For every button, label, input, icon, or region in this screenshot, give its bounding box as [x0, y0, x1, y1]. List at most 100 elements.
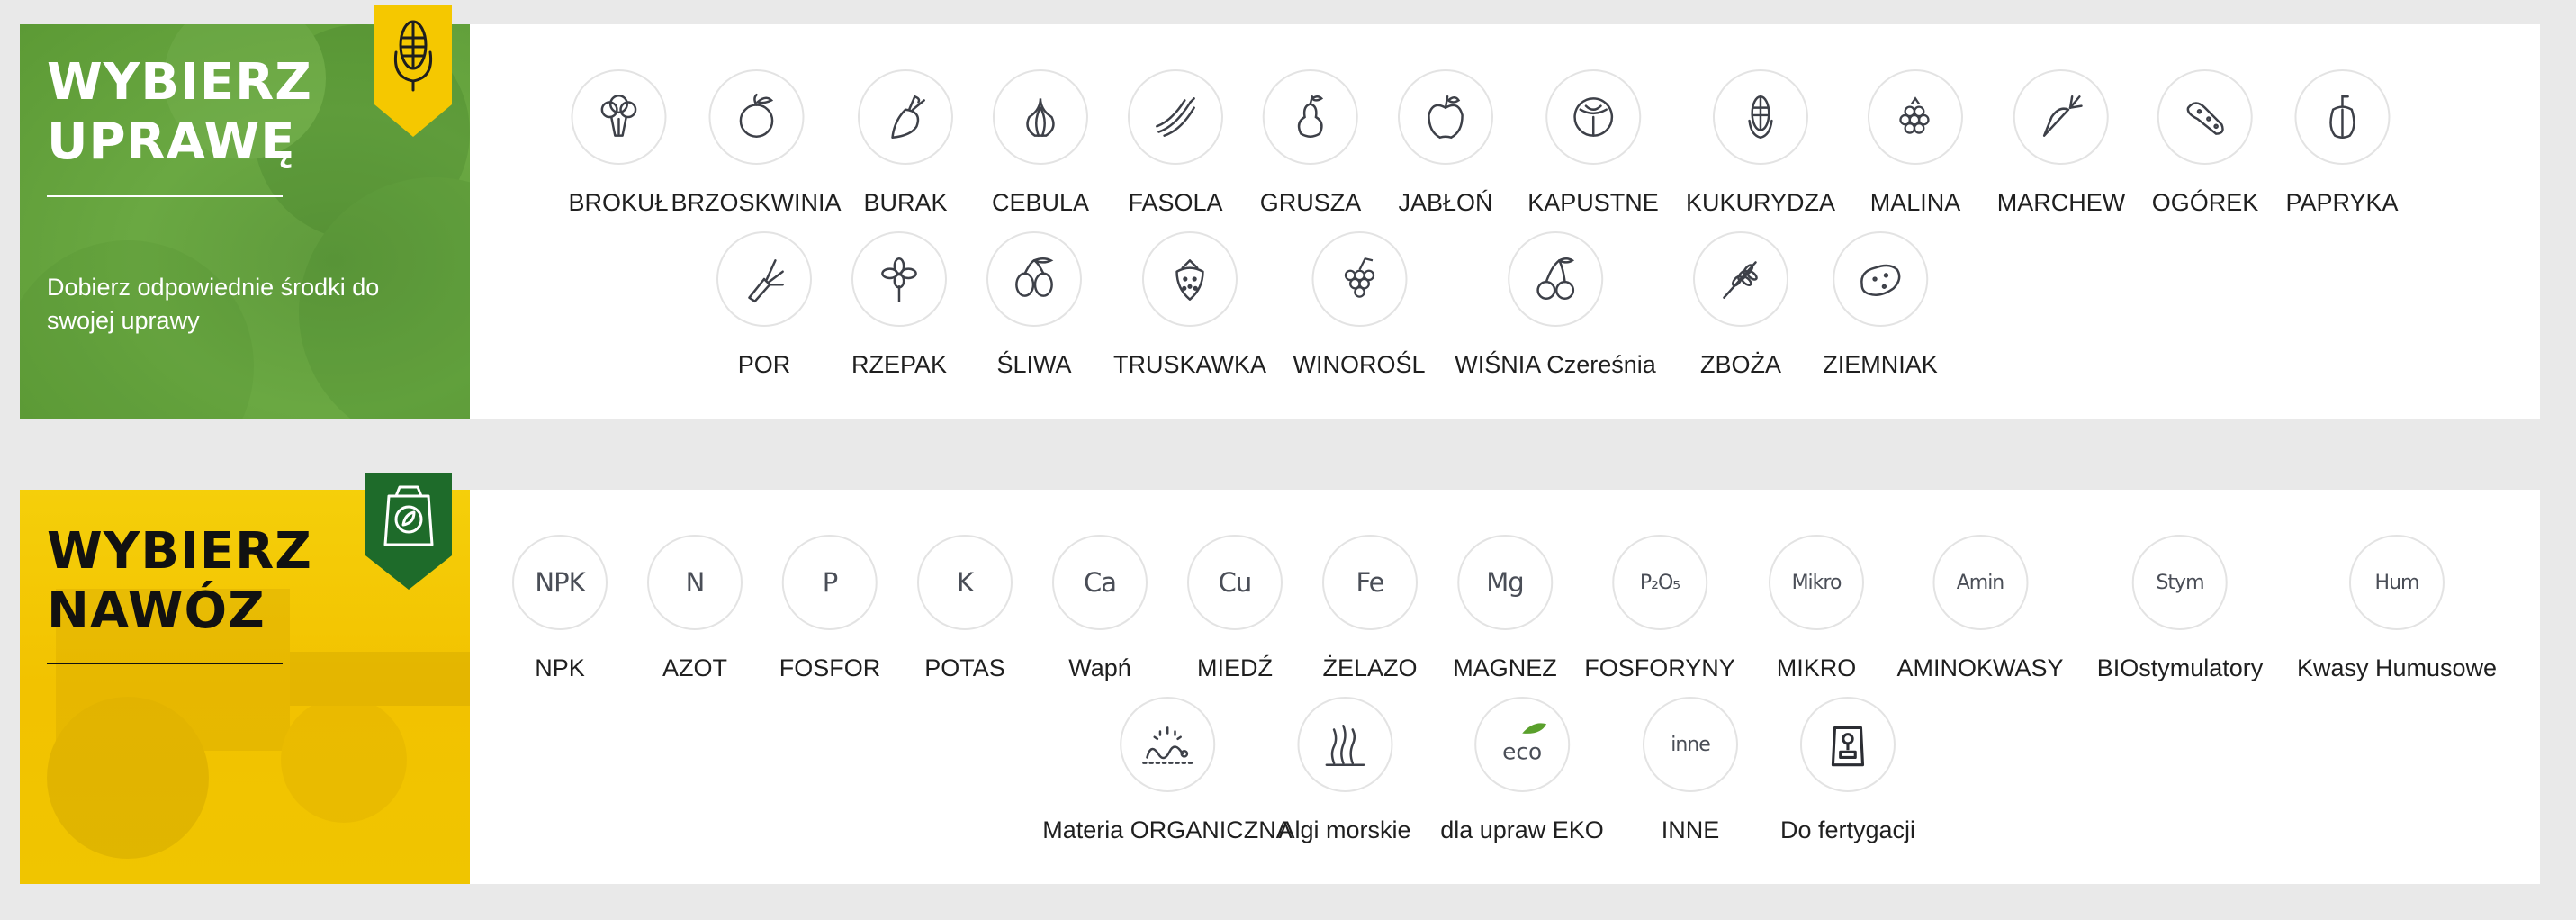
crop-item-marchew[interactable]: MARCHEW — [1997, 69, 2125, 217]
crop-icon-circle — [2157, 69, 2253, 165]
fertilizer-item-do-fertygacji[interactable]: Do fertygacji — [1780, 697, 1915, 844]
pear-icon — [1298, 95, 1324, 138]
fertilizer-item-algi-morskie[interactable]: Algi morskie — [1278, 697, 1411, 844]
crop-icon-circle — [1262, 69, 1358, 165]
crop-icon-circle — [986, 231, 1082, 327]
crop-item-jablon[interactable]: JABŁOŃ — [1398, 69, 1493, 217]
fertilizer-label: Algi morskie — [1278, 816, 1411, 843]
crop-item-brokul[interactable]: BROKUŁ — [568, 69, 669, 217]
crop-item-por[interactable]: POR — [716, 231, 812, 379]
cherry-icon — [1536, 257, 1574, 300]
biostimulant-icon: Stym — [2131, 535, 2228, 630]
crop-item-wisnia[interactable]: WIŚNIA Czereśnia — [1455, 231, 1656, 379]
crop-icon-circle — [992, 69, 1088, 165]
crop-item-brzoskwinia[interactable]: BRZOSKWINIA — [671, 69, 842, 217]
fertilizer-label: MAGNEZ — [1453, 654, 1557, 681]
corn-icon — [1748, 95, 1773, 139]
cabbage-icon — [1573, 97, 1613, 137]
crop-row-2: POR RZEPAK ŚLIWA TRUSKAWKA WINOROŚL WIŚN… — [470, 231, 2540, 393]
crop-selector-section: WYBIERZ UPRAWĘ Dobierz odpowiednie środk… — [20, 5, 2540, 419]
fertilizer-label: Materia ORGANICZNA — [1042, 816, 1293, 843]
worm-icon-circle — [1119, 697, 1215, 792]
crop-item-kapustne[interactable]: KAPUSTNE — [1527, 69, 1659, 217]
crop-item-grusza[interactable]: GRUSZA — [1260, 69, 1361, 217]
beet-icon — [891, 95, 925, 139]
iron-icon: Fe — [1322, 535, 1418, 630]
crop-item-kukurydza[interactable]: KUKURYDZA — [1686, 69, 1835, 217]
crop-selector-description: Dobierz odpowiednie środki do swojej upr… — [47, 274, 380, 334]
fertilizer-label: Do fertygacji — [1779, 816, 1916, 843]
fertilizer-label: INNE — [1661, 816, 1720, 843]
crop-icon-circle — [858, 69, 953, 165]
crop-icon-circle — [1712, 69, 1808, 165]
fertilizer-item-eko[interactable]: eco dla upraw EKO — [1440, 697, 1604, 844]
fertilizer-item-mikro[interactable]: Mikro MIKRO — [1769, 535, 1864, 682]
crop-label: ŚLIWA — [996, 351, 1072, 378]
strawberry-icon — [1175, 259, 1204, 301]
nitrogen-icon: N — [647, 535, 743, 630]
fertilizer-item-npk[interactable]: NPK NPK — [512, 535, 608, 682]
crop-item-ogorek[interactable]: OGÓREK — [2152, 69, 2258, 217]
fertilizer-item-kwasy-humusowe[interactable]: Hum Kwasy Humusowe — [2297, 535, 2497, 682]
crop-item-cebula[interactable]: CEBULA — [992, 69, 1089, 217]
crop-item-rzepak[interactable]: RZEPAK — [851, 231, 947, 379]
crop-selector-title: WYBIERZ UPRAWĘ — [47, 53, 312, 171]
crop-icon-circle — [707, 69, 804, 165]
fertilizer-item-aminokwasy[interactable]: Amin AMINOKWASY — [1896, 535, 2064, 682]
fertilizer-item-inne[interactable]: inne INNE — [1643, 697, 1738, 844]
crop-label: WINOROŚL — [1293, 351, 1426, 378]
crop-item-ziemniak[interactable]: ZIEMNIAK — [1823, 231, 1938, 379]
crop-label: WIŚNIA Czereśnia — [1455, 351, 1656, 378]
crop-row-1: BROKUŁ BRZOSKWINIA BURAK CEBULA FASOLA G… — [470, 69, 2540, 231]
cucumber-icon — [2186, 102, 2225, 135]
fertilizer-row-1: NPK NPK N AZOT P FOSFOR K POTAS Ca Wapń Cu MIE… — [470, 535, 2540, 697]
crop-list: BROKUŁ BRZOSKWINIA BURAK CEBULA FASOLA G… — [470, 24, 2540, 419]
crop-icon-circle — [1128, 69, 1223, 165]
crop-icon-circle — [1832, 231, 1928, 327]
crop-label: BURAK — [863, 189, 948, 216]
rapeseed-icon — [881, 257, 917, 303]
fertilizer-item-potas[interactable]: K POTAS — [917, 535, 1013, 682]
crop-icon-circle — [1545, 69, 1641, 165]
crop-label: BROKUŁ — [568, 189, 669, 216]
fertilizer-label: BIOstymulatory — [2096, 654, 2264, 681]
crop-icon-circle — [570, 69, 666, 165]
fertilizer-selector-title: WYBIERZ NAWÓZ — [47, 522, 312, 640]
crop-icon-circle — [1868, 69, 1963, 165]
worm-icon — [1141, 726, 1193, 764]
crop-icon-circle — [2294, 69, 2390, 165]
carrot-icon — [2043, 95, 2083, 137]
fertilizer-item-biostymulatory[interactable]: Stym BIOstymulatory — [2096, 535, 2264, 682]
fertilizer-row-2: Materia ORGANICZNA Algi morskie eco dla u… — [470, 697, 2540, 859]
crop-item-winorosl[interactable]: WINOROŚL — [1293, 231, 1426, 379]
pepper-icon — [2328, 95, 2355, 139]
crop-item-papryka[interactable]: PAPRYKA — [2285, 69, 2399, 217]
fertigation-icon-circle — [1800, 697, 1896, 792]
fertilizer-item-zelazo[interactable]: Fe ŻELAZO — [1322, 535, 1418, 682]
crop-label: POR — [737, 351, 791, 378]
crop-label: JABŁOŃ — [1398, 189, 1493, 216]
fertilizer-label: MIEDŹ — [1197, 654, 1273, 681]
title-divider — [47, 195, 283, 197]
fertilizer-item-fosfor[interactable]: P FOSFOR — [779, 535, 881, 682]
crop-item-burak[interactable]: BURAK — [858, 69, 953, 217]
crop-icon-circle — [1141, 231, 1238, 327]
fertilizer-item-fosforyny[interactable]: P₂O₅ FOSFORYNY — [1584, 535, 1735, 682]
fertilizer-item-azot[interactable]: N AZOT — [647, 535, 743, 682]
fertilizer-item-miedz[interactable]: Cu MIEDŹ — [1187, 535, 1283, 682]
fertilizer-label: dla upraw EKO — [1440, 816, 1604, 843]
crop-label: KAPUSTNE — [1527, 189, 1659, 216]
fertilizer-item-materia-organiczna[interactable]: Materia ORGANICZNA — [1042, 697, 1293, 844]
crop-item-zboza[interactable]: ZBOŻA — [1693, 231, 1788, 379]
copper-icon: Cu — [1187, 535, 1283, 630]
fertilizer-selector-section: WYBIERZ NAWÓZ NPK NPK N AZOT P FOSFOR K POTA… — [20, 473, 2540, 884]
wheat-icon — [1723, 261, 1758, 299]
crop-item-malina[interactable]: MALINA — [1868, 69, 1963, 217]
crop-item-sliwa[interactable]: ŚLIWA — [986, 231, 1082, 379]
fertilizer-item-wapn[interactable]: Ca Wapń — [1052, 535, 1148, 682]
fertilizer-item-magnez[interactable]: Mg MAGNEZ — [1453, 535, 1557, 682]
npk-icon: NPK — [512, 535, 608, 630]
crop-item-fasola[interactable]: FASOLA — [1128, 69, 1223, 217]
crop-item-truskawka[interactable]: TRUSKAWKA — [1113, 231, 1266, 379]
fertilizer-label: FOSFOR — [779, 654, 881, 681]
